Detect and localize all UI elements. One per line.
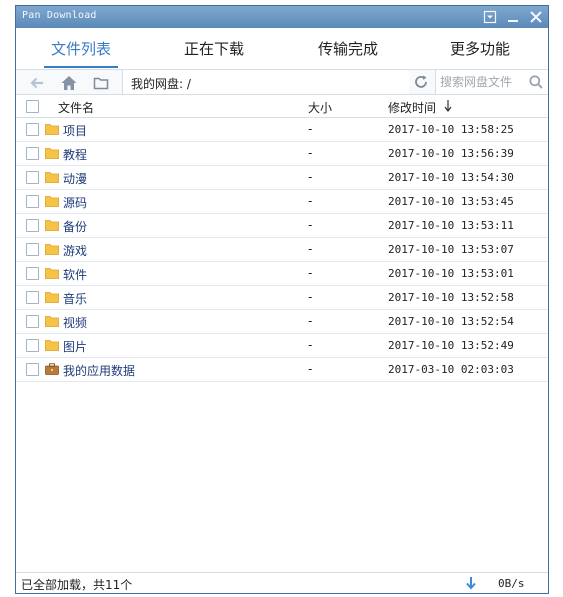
table-row[interactable]: 源码 - 2017-10-10 13:53:45 [16, 190, 548, 214]
file-name[interactable]: 软件 [63, 266, 87, 283]
file-name[interactable]: 项目 [63, 122, 87, 139]
folder-icon [45, 219, 59, 231]
app-window: Pan Download 文件列表 正在下载 传输完成 更多功能 我的网盘: / [15, 5, 549, 594]
file-name[interactable]: 图片 [63, 338, 87, 355]
column-header-name[interactable]: 文件名 [58, 99, 94, 116]
tab-completed[interactable]: 传输完成 [310, 40, 386, 68]
file-size: - [308, 170, 313, 184]
path-bar[interactable]: 我的网盘: / [122, 70, 409, 94]
row-checkbox[interactable] [26, 243, 39, 256]
file-modified: 2017-03-10 02:03:03 [388, 363, 514, 376]
folder-icon [45, 147, 59, 159]
table-row[interactable]: 软件 - 2017-10-10 13:53:01 [16, 262, 548, 286]
file-size: - [308, 314, 313, 328]
nav-toolbar: 我的网盘: / [16, 69, 548, 95]
window-title: Pan Download [22, 10, 97, 21]
refresh-icon[interactable] [412, 73, 430, 91]
file-modified: 2017-10-10 13:52:54 [388, 315, 514, 328]
file-modified: 2017-10-10 13:53:07 [388, 243, 514, 256]
row-checkbox[interactable] [26, 339, 39, 352]
file-size: - [308, 146, 313, 160]
status-text: 已全部加载，共11个 [21, 578, 133, 592]
table-row[interactable]: 游戏 - 2017-10-10 13:53:07 [16, 238, 548, 262]
select-all-checkbox[interactable] [26, 100, 39, 113]
folder-icon [45, 123, 59, 135]
file-modified: 2017-10-10 13:58:25 [388, 123, 514, 136]
home-icon[interactable] [60, 74, 78, 92]
table-row[interactable]: 音乐 - 2017-10-10 13:52:58 [16, 286, 548, 310]
minimize-icon[interactable] [505, 9, 521, 25]
search-box [435, 70, 548, 94]
row-checkbox[interactable] [26, 219, 39, 232]
row-checkbox[interactable] [26, 363, 39, 376]
sort-descending-icon [444, 100, 452, 112]
row-checkbox[interactable] [26, 291, 39, 304]
folder-icon [45, 243, 59, 255]
file-size: - [308, 362, 313, 376]
folder-outline-icon[interactable] [92, 74, 110, 92]
file-size: - [308, 242, 313, 256]
tab-file-list[interactable]: 文件列表 [44, 40, 118, 68]
tab-more-features[interactable]: 更多功能 [442, 40, 518, 68]
file-modified: 2017-10-10 13:56:39 [388, 147, 514, 160]
file-name[interactable]: 备份 [63, 218, 87, 235]
row-checkbox[interactable] [26, 147, 39, 160]
file-size: - [308, 266, 313, 280]
file-name[interactable]: 视频 [63, 314, 87, 331]
current-path: 我的网盘: / [131, 77, 191, 91]
status-bar: 已全部加载，共11个 0B/s [16, 572, 548, 593]
file-name[interactable]: 教程 [63, 146, 87, 163]
file-modified: 2017-10-10 13:52:49 [388, 339, 514, 352]
search-icon[interactable] [528, 74, 544, 90]
file-name[interactable]: 动漫 [63, 170, 87, 187]
table-row[interactable]: 视频 - 2017-10-10 13:52:54 [16, 310, 548, 334]
file-size: - [308, 338, 313, 352]
table-row[interactable]: 项目 - 2017-10-10 13:58:25 [16, 118, 548, 142]
file-size: - [308, 122, 313, 136]
folder-icon [45, 315, 59, 327]
file-size: - [308, 290, 313, 304]
table-row[interactable]: 我的应用数据 - 2017-03-10 02:03:03 [16, 358, 548, 382]
briefcase-icon [45, 363, 59, 375]
file-name[interactable]: 音乐 [63, 290, 87, 307]
folder-icon [45, 171, 59, 183]
table-row[interactable]: 备份 - 2017-10-10 13:53:11 [16, 214, 548, 238]
back-arrow-icon[interactable] [28, 74, 46, 92]
file-modified: 2017-10-10 13:52:58 [388, 291, 514, 304]
download-arrow-icon [465, 576, 477, 590]
folder-icon [45, 339, 59, 351]
file-list: 项目 - 2017-10-10 13:58:25 教程 - 2017-10-10… [16, 118, 548, 382]
file-modified: 2017-10-10 13:53:11 [388, 219, 514, 232]
file-name[interactable]: 我的应用数据 [63, 362, 135, 379]
row-checkbox[interactable] [26, 171, 39, 184]
row-checkbox[interactable] [26, 315, 39, 328]
file-modified: 2017-10-10 13:54:30 [388, 171, 514, 184]
search-input[interactable] [440, 73, 526, 91]
table-row[interactable]: 动漫 - 2017-10-10 13:54:30 [16, 166, 548, 190]
file-name[interactable]: 游戏 [63, 242, 87, 259]
row-checkbox[interactable] [26, 267, 39, 280]
table-row[interactable]: 图片 - 2017-10-10 13:52:49 [16, 334, 548, 358]
file-size: - [308, 218, 313, 232]
table-row[interactable]: 教程 - 2017-10-10 13:56:39 [16, 142, 548, 166]
folder-icon [45, 291, 59, 303]
folder-icon [45, 195, 59, 207]
file-size: - [308, 194, 313, 208]
title-bar[interactable]: Pan Download [16, 6, 548, 28]
file-name[interactable]: 源码 [63, 194, 87, 211]
folder-icon [45, 267, 59, 279]
row-checkbox[interactable] [26, 195, 39, 208]
column-header-size[interactable]: 大小 [308, 99, 332, 116]
file-modified: 2017-10-10 13:53:01 [388, 267, 514, 280]
tab-downloading[interactable]: 正在下载 [176, 40, 252, 68]
column-header-modified[interactable]: 修改时间 [388, 99, 436, 116]
dropdown-menu-icon[interactable] [482, 9, 498, 25]
file-modified: 2017-10-10 13:53:45 [388, 195, 514, 208]
close-icon[interactable] [528, 9, 544, 25]
main-tabs: 文件列表 正在下载 传输完成 更多功能 [16, 28, 548, 69]
download-speed: 0B/s [498, 577, 525, 590]
row-checkbox[interactable] [26, 123, 39, 136]
file-list-header: 文件名 大小 修改时间 [16, 95, 548, 118]
